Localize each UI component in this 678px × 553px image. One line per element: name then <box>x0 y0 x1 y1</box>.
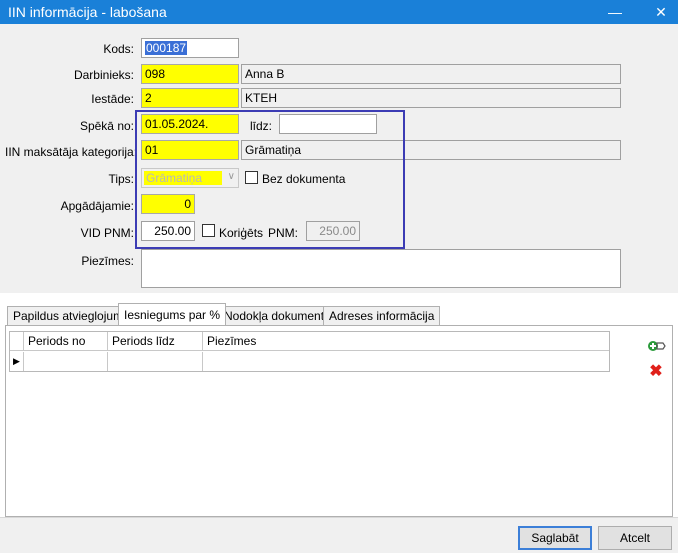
kategorija-label: IIN maksātāja kategorija: <box>5 145 138 159</box>
kods-field[interactable]: 000187 <box>141 38 239 58</box>
iestade-label: Iestāde: <box>91 92 134 106</box>
window-title: IIN informācija - labošana <box>8 4 167 20</box>
tab-iesniegums[interactable]: Iesniegums par % <box>118 303 227 325</box>
vid-pnm-label: VID PNM: <box>80 226 134 240</box>
grid-corner <box>10 332 24 351</box>
tab-papildus-atvieglojumi[interactable]: Papildus atvieglojumi <box>7 306 132 325</box>
iestade-code-field[interactable]: 2 <box>141 88 239 108</box>
darbinieks-label: Darbinieks: <box>73 68 134 82</box>
cancel-button[interactable]: Atcelt <box>598 526 672 550</box>
piezimes-label: Piezīmes: <box>81 254 134 268</box>
kods-value: 000187 <box>145 41 188 55</box>
cell-periods-no[interactable] <box>24 352 108 371</box>
row-indicator-icon: ▶ <box>10 352 24 371</box>
iestade-name-field: KTEH <box>241 88 621 108</box>
apgadajamie-label: Apgādājamie: <box>60 199 134 213</box>
darbinieks-code-field[interactable]: 098 <box>141 64 239 84</box>
tab-adreses-informacija[interactable]: Adreses informācija <box>323 306 441 325</box>
cell-periods-lidz[interactable] <box>108 352 203 371</box>
speka-no-label: Spēkā no: <box>79 119 134 133</box>
tab-nodokla-dokuments[interactable]: Nodokļa dokuments <box>218 306 337 325</box>
delete-icon[interactable]: ✖ <box>646 362 666 382</box>
save-button[interactable]: Saglabāt <box>518 526 592 550</box>
title-bar: IIN informācija - labošana — ✕ <box>0 0 678 24</box>
add-icon[interactable] <box>646 336 666 356</box>
column-piezimes[interactable]: Piezīmes <box>203 332 609 351</box>
highlight-box <box>135 110 405 249</box>
piezimes-field[interactable] <box>141 249 621 288</box>
tips-label: Tips: <box>108 172 134 186</box>
cell-piezimes[interactable] <box>203 352 609 371</box>
column-periods-lidz[interactable]: Periods līdz <box>108 332 203 351</box>
darbinieks-name-field: Anna B <box>241 64 621 84</box>
kods-label: Kods: <box>103 42 134 56</box>
column-periods-no[interactable]: Periods no <box>24 332 108 351</box>
minimize-button[interactable]: — <box>598 0 632 24</box>
close-button[interactable]: ✕ <box>644 0 678 24</box>
data-grid[interactable]: Periods no Periods līdz Piezīmes ▶ <box>9 331 610 372</box>
